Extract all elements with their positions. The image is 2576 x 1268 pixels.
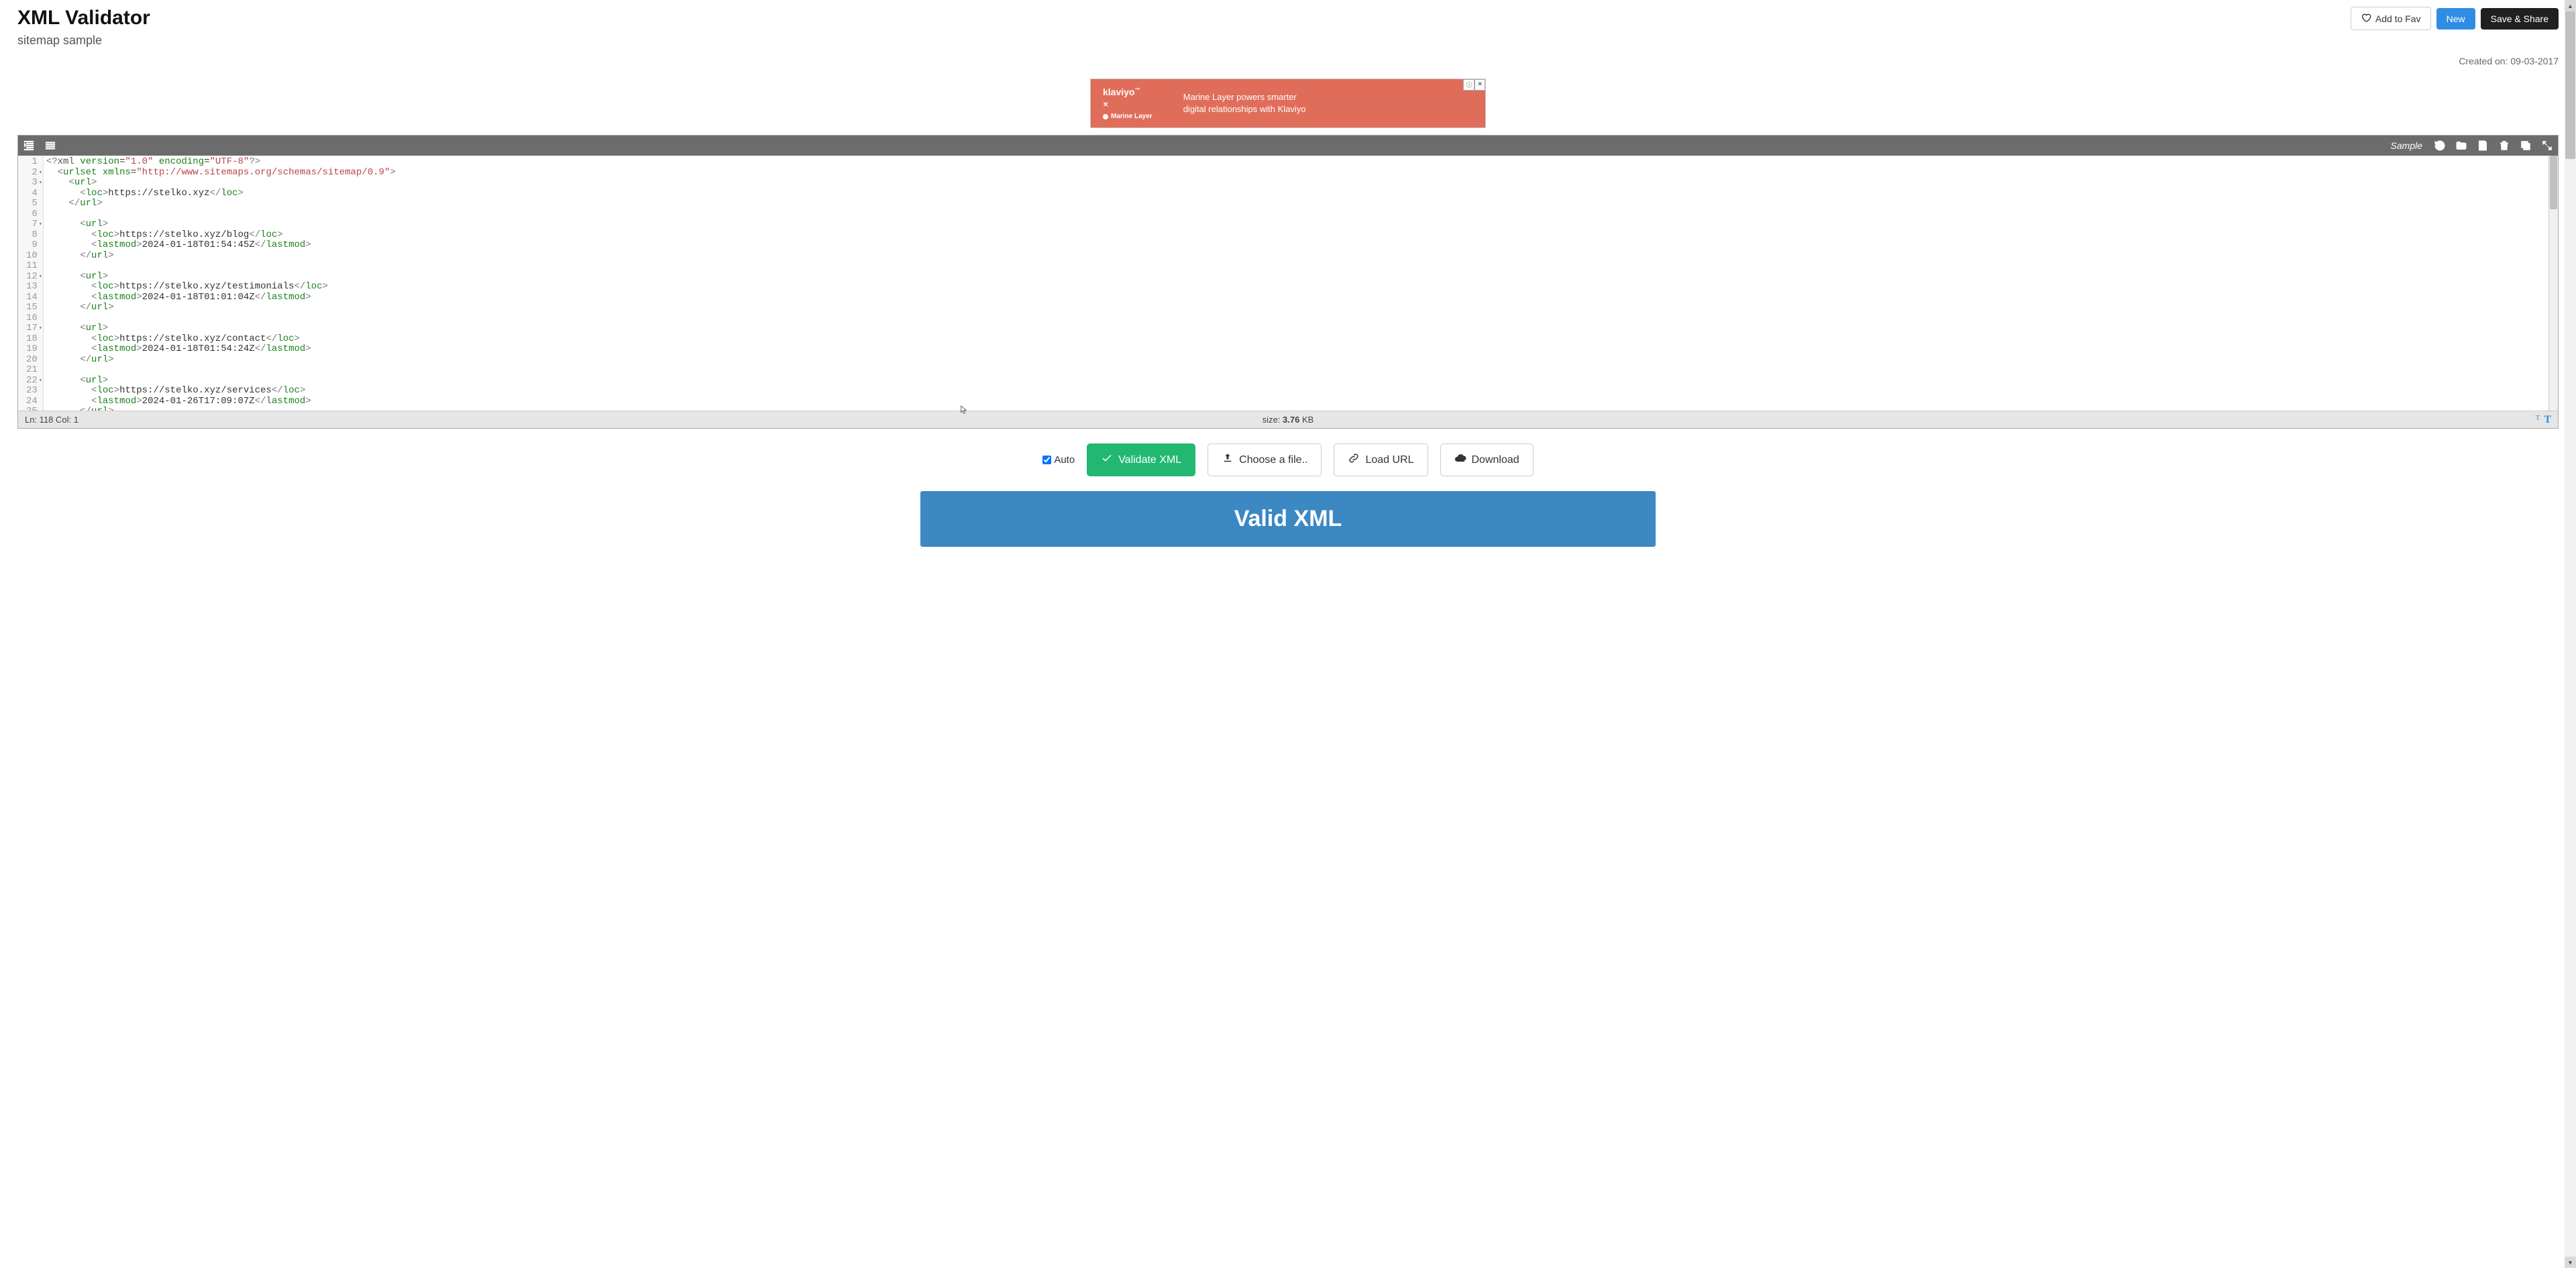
advertisement-banner[interactable]: ⓘ ✕ klaviyo™ ✕ Marine Layer Marine Layer…: [1090, 78, 1486, 128]
auto-label-text: Auto: [1054, 454, 1075, 466]
validate-label: Validate XML: [1118, 454, 1181, 466]
upload-icon: [1222, 452, 1234, 468]
add-to-fav-label: Add to Fav: [2375, 13, 2421, 24]
fullscreen-icon[interactable]: [2540, 139, 2554, 152]
text-size-increase-icon[interactable]: T: [2544, 414, 2551, 426]
auto-checkbox[interactable]: [1042, 456, 1051, 464]
save-icon[interactable]: [2476, 139, 2489, 152]
editor-vertical-scrollbar[interactable]: [2548, 156, 2558, 411]
ad-info-icon[interactable]: ⓘ: [1463, 79, 1474, 91]
choose-file-label: Choose a file..: [1239, 454, 1307, 466]
trash-icon[interactable]: [2498, 139, 2511, 152]
add-to-fav-button[interactable]: Add to Fav: [2351, 7, 2431, 30]
ad-copy: Marine Layer powers smarter digital rela…: [1183, 91, 1306, 115]
scroll-down-arrow-icon[interactable]: ▼: [2565, 1257, 2576, 1268]
sample-dropdown[interactable]: Sample: [2391, 140, 2422, 151]
page-subtitle: sitemap sample: [17, 34, 150, 48]
cloud-download-icon: [1454, 452, 1466, 468]
folder-open-icon[interactable]: [2455, 139, 2468, 152]
ad-close-icon[interactable]: ✕: [1474, 79, 1485, 91]
history-icon[interactable]: [2433, 139, 2447, 152]
load-url-label: Load URL: [1365, 454, 1413, 466]
save-share-button[interactable]: Save & Share: [2481, 8, 2559, 30]
cursor-position: Ln: 118 Col: 1: [25, 415, 78, 425]
validation-result-banner: Valid XML: [920, 491, 1656, 547]
scrollbar-thumb[interactable]: [2565, 11, 2575, 159]
file-size: size: 3.76 KB: [1263, 415, 1314, 425]
ad-brand-logo: klaviyo™ ✕ Marine Layer: [1103, 87, 1152, 120]
window-vertical-scrollbar[interactable]: ▲ ▼: [2565, 0, 2576, 1268]
load-url-button[interactable]: Load URL: [1334, 443, 1428, 476]
copy-icon[interactable]: [2519, 139, 2532, 152]
page-title: XML Validator: [17, 7, 150, 30]
scroll-up-arrow-icon[interactable]: ▲: [2565, 0, 2576, 11]
editor-toolbar: Sample: [18, 136, 2558, 156]
line-number-gutter: 1234567891011121314151617181920212223242…: [18, 156, 44, 411]
download-label: Download: [1472, 454, 1519, 466]
link-icon: [1348, 452, 1360, 468]
created-on-label: Created on: 09-03-2017: [2459, 56, 2559, 66]
text-size-decrease-icon[interactable]: T: [2536, 414, 2540, 426]
check-icon: [1101, 452, 1113, 468]
editor-statusbar: Ln: 118 Col: 1 size: 3.76 KB T T: [18, 411, 2558, 428]
download-button[interactable]: Download: [1440, 443, 1534, 476]
validate-xml-button[interactable]: Validate XML: [1087, 443, 1195, 476]
format-indent-icon[interactable]: [22, 139, 36, 152]
new-button[interactable]: New: [2436, 8, 2475, 30]
heart-icon: [2361, 12, 2371, 25]
code-body[interactable]: <?xml version="1.0" encoding="UTF-8"?> <…: [44, 156, 2558, 411]
auto-checkbox-label[interactable]: Auto: [1042, 454, 1075, 466]
compact-lines-icon[interactable]: [44, 139, 57, 152]
code-editor: Sample 123456789101112131415161718192021…: [17, 135, 2559, 429]
code-area[interactable]: 1234567891011121314151617181920212223242…: [18, 156, 2558, 411]
choose-file-button[interactable]: Choose a file..: [1208, 443, 1322, 476]
